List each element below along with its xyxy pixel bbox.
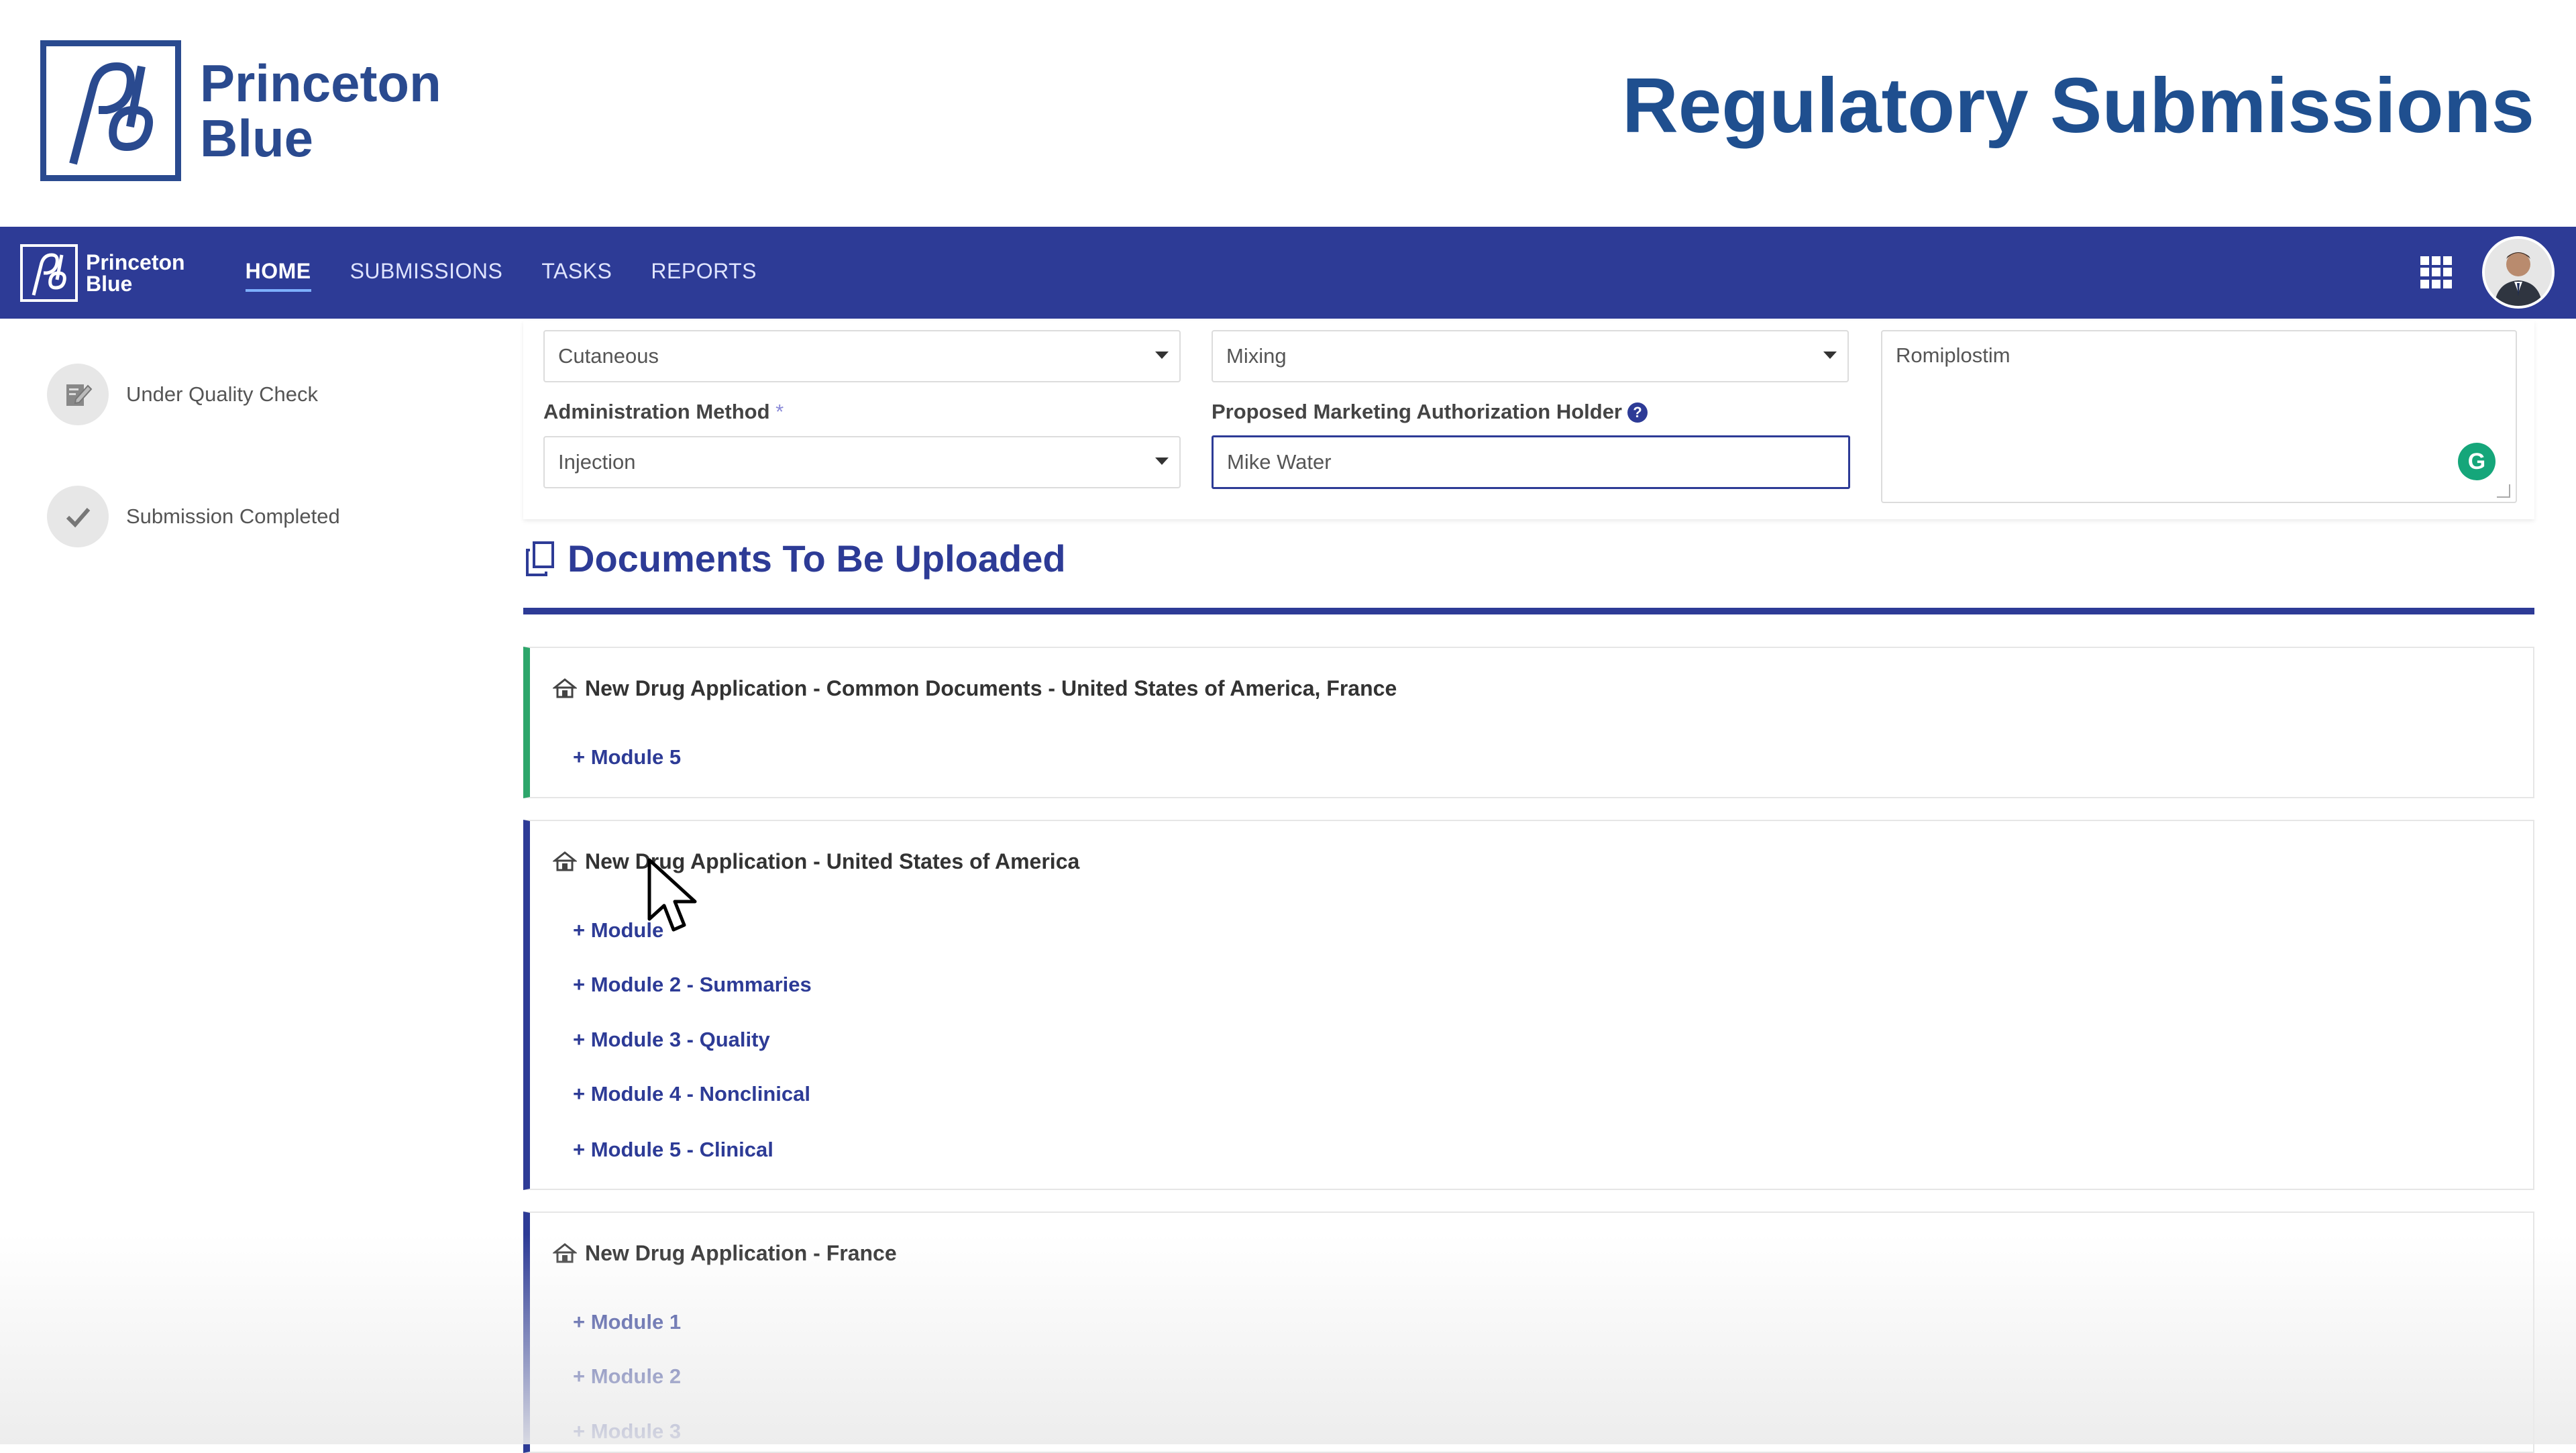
module-toggle[interactable]: + Module 3 [573, 1419, 681, 1444]
step-label: Under Quality Check [126, 382, 319, 406]
description-textarea[interactable]: Romiplostim G [1881, 330, 2517, 503]
required-marker: * [775, 400, 784, 423]
user-avatar[interactable] [2482, 236, 2555, 309]
step-submission-completed: Submission Completed [47, 484, 340, 549]
document-group-header: New Drug Application - Common Documents … [553, 676, 1397, 701]
nav-menu: HOME SUBMISSIONS TASKS REPORTS [245, 254, 796, 292]
pb-logo-small-icon [20, 244, 78, 302]
progress-steps: Under Quality Check Submission Completed [47, 362, 340, 606]
holder-input[interactable]: Mike Water [1212, 435, 1850, 489]
documents-section-title: Documents To Be Uploaded [525, 537, 1066, 580]
checkmark-icon [47, 486, 109, 547]
document-group-header: New Drug Application - France [553, 1241, 897, 1266]
brand-line1: Princeton [200, 54, 441, 113]
document-group-france: New Drug Application - France + Module 1… [523, 1212, 2534, 1453]
module-toggle[interactable]: + Module 2 [573, 1364, 681, 1389]
pb-logo-icon [40, 40, 181, 181]
submission-form: Cutaneous Mixing Romiplostim G Administr… [523, 321, 2534, 519]
document-group-header: New Drug Application - United States of … [553, 849, 1079, 874]
holder-label: Proposed Marketing Authorization Holder? [1212, 400, 1648, 424]
chevron-down-icon [1155, 352, 1169, 359]
admin-method-value: Injection [558, 450, 636, 474]
document-group-usa: New Drug Application - United States of … [523, 820, 2534, 1190]
chevron-down-icon [1155, 458, 1169, 465]
admin-method-select[interactable]: Injection [543, 436, 1181, 488]
institution-icon [553, 851, 577, 871]
document-group-common: New Drug Application - Common Documents … [523, 647, 2534, 798]
module-toggle[interactable]: + Module 5 [573, 745, 681, 769]
brand-name-large: Princeton Blue [200, 56, 441, 166]
nav-home[interactable]: HOME [245, 254, 311, 292]
mouse-cursor-icon [647, 858, 697, 932]
route-select[interactable]: Cutaneous [543, 330, 1181, 382]
chevron-down-icon [1823, 352, 1837, 359]
page-heading: Regulatory Submissions [1621, 62, 2534, 149]
section-divider [523, 608, 2534, 614]
dosage-select-value: Mixing [1226, 344, 1287, 368]
route-select-value: Cutaneous [558, 344, 659, 368]
edit-document-icon [47, 364, 109, 425]
resize-handle-icon[interactable] [2497, 484, 2510, 498]
module-toggle[interactable]: + Module 3 - Quality [573, 1028, 770, 1052]
holder-label-text: Proposed Marketing Authorization Holder [1212, 400, 1622, 423]
brand-logo-small[interactable]: Princeton Blue [20, 244, 185, 302]
help-icon[interactable]: ? [1627, 402, 1648, 423]
nav-tasks[interactable]: TASKS [541, 254, 612, 292]
navbar: Princeton Blue HOME SUBMISSIONS TASKS RE… [0, 227, 2576, 319]
dosage-select[interactable]: Mixing [1212, 330, 1849, 382]
institution-icon [553, 1242, 577, 1262]
brand-line2: Blue [200, 109, 314, 168]
module-toggle[interactable]: + Module 5 - Clinical [573, 1138, 773, 1162]
module-toggle[interactable]: + Module 4 - Nonclinical [573, 1082, 810, 1106]
brand-logo-large: Princeton Blue [40, 40, 441, 181]
nav-submissions[interactable]: SUBMISSIONS [350, 254, 503, 292]
top-banner: Princeton Blue Regulatory Submissions [0, 0, 2576, 227]
brand-name-small: Princeton Blue [86, 252, 185, 294]
nav-right [2420, 236, 2555, 309]
step-under-quality-check: Under Quality Check [47, 362, 340, 427]
brand-small-line1: Princeton [86, 250, 185, 274]
document-group-title: New Drug Application - Common Documents … [585, 676, 1397, 700]
module-toggle[interactable]: + Module 2 - Summaries [573, 973, 812, 997]
document-group-title: New Drug Application - France [585, 1241, 897, 1265]
grammarly-icon[interactable]: G [2458, 443, 2496, 480]
brand-small-line2: Blue [86, 271, 133, 296]
apps-grid-icon[interactable] [2420, 256, 2453, 288]
module-toggle[interactable]: + Module 1 [573, 1310, 681, 1334]
admin-method-label: Administration Method * [543, 400, 784, 424]
nav-reports[interactable]: REPORTS [651, 254, 757, 292]
admin-method-label-text: Administration Method [543, 400, 770, 423]
holder-input-value: Mike Water [1227, 450, 1332, 474]
description-value: Romiplostim [1896, 343, 2010, 367]
institution-icon [553, 678, 577, 698]
copy-documents-icon [526, 541, 554, 576]
step-label: Submission Completed [126, 504, 340, 528]
documents-title-text: Documents To Be Uploaded [568, 537, 1066, 580]
